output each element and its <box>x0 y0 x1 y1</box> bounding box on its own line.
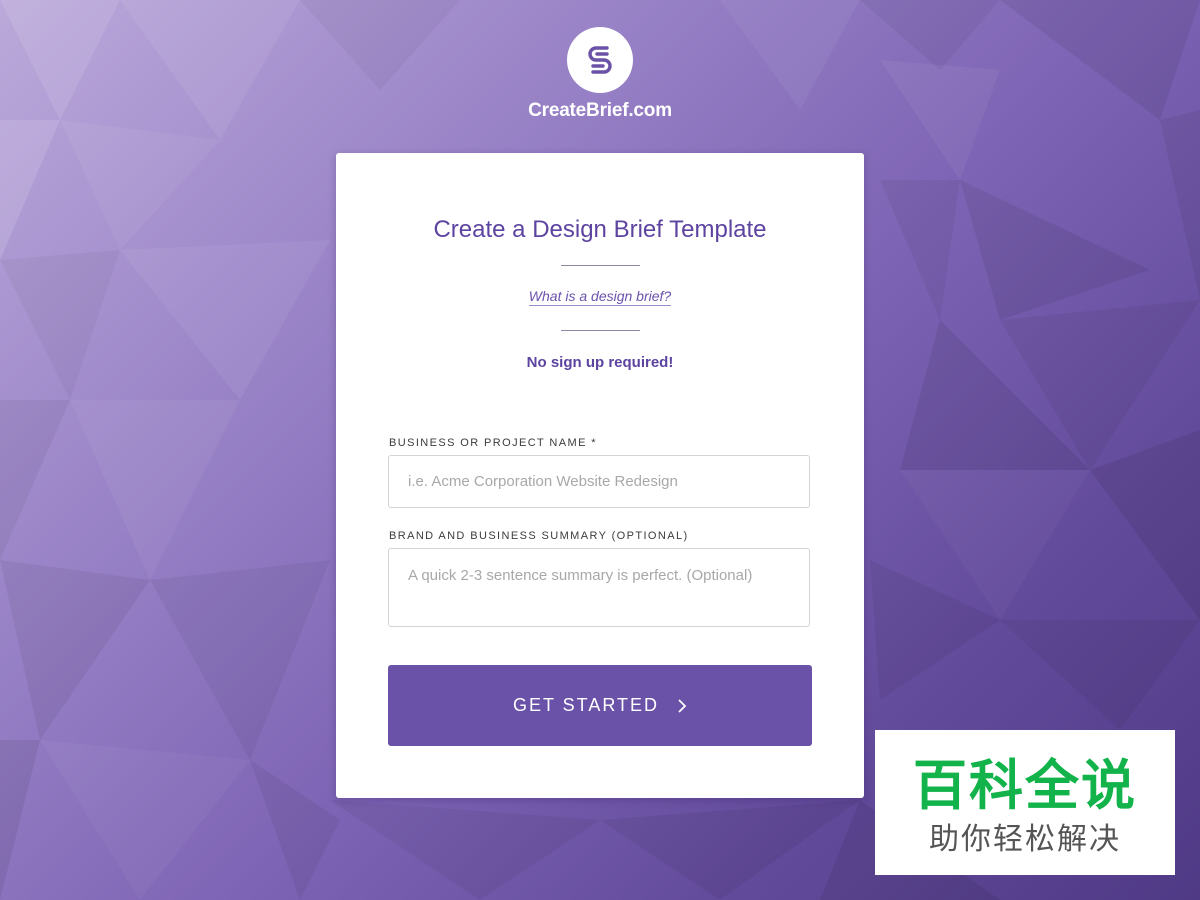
watermark-title: 百科全说 <box>913 756 1137 816</box>
title-divider <box>561 265 640 266</box>
help-link-wrapper: What is a design brief? <box>0 288 1200 306</box>
link-divider <box>561 330 640 331</box>
brand-name[interactable]: CreateBrief.com <box>450 100 750 122</box>
project-name-input[interactable] <box>388 455 810 508</box>
brand-logo[interactable] <box>567 27 633 93</box>
form-title: Create a Design Brief Template <box>433 216 767 243</box>
what-is-design-brief-link[interactable]: What is a design brief? <box>528 288 672 306</box>
brand-summary-label: BRAND AND BUSINESS SUMMARY (OPTIONAL) <box>389 530 689 542</box>
s-logo-icon <box>588 46 612 74</box>
no-signup-tagline: No sign up required! <box>526 354 674 371</box>
brand-summary-textarea[interactable] <box>388 548 810 627</box>
chevron-right-icon <box>677 698 687 713</box>
get-started-label: GET STARTED <box>512 695 660 715</box>
project-name-label: BUSINESS OR PROJECT NAME * <box>389 437 597 449</box>
get-started-button[interactable]: GET STARTED <box>388 665 812 746</box>
watermark-badge: 百科全说 助你轻松解决 <box>875 730 1175 875</box>
watermark-subtitle: 助你轻松解决 <box>929 823 1121 856</box>
